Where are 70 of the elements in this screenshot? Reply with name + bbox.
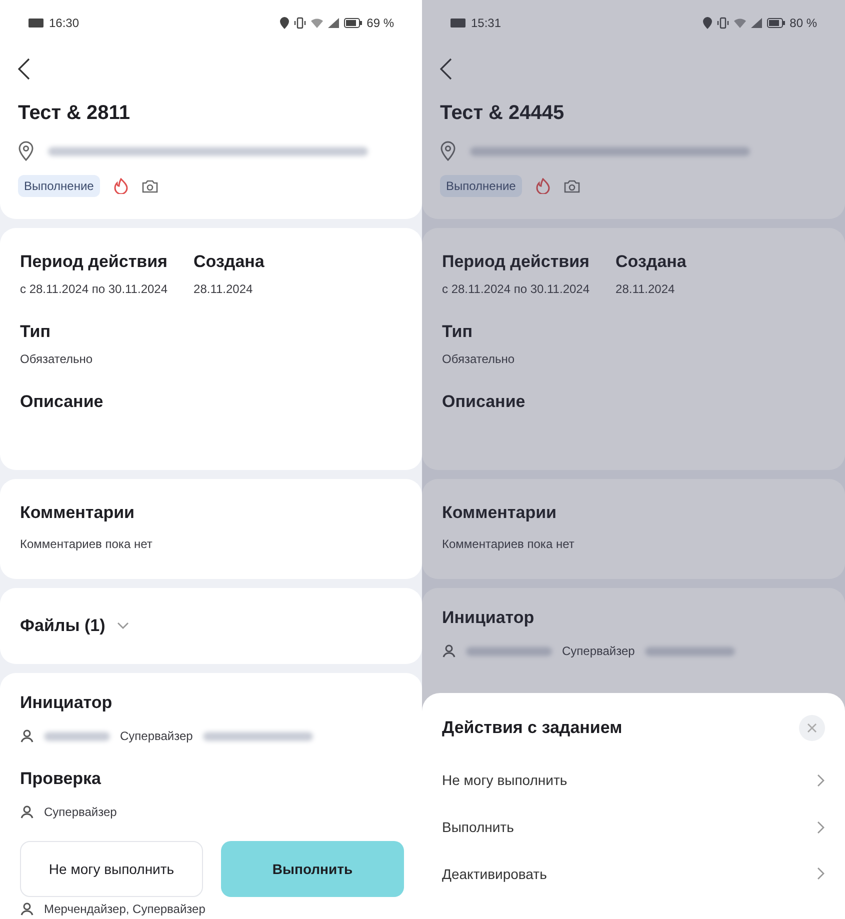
vibrate-icon bbox=[716, 17, 729, 29]
reviewer-text: Мерчендайзер, Супервайзер bbox=[44, 902, 206, 916]
field-value: 28.11.2024 bbox=[194, 282, 254, 296]
field-value: с 28.11.2024 по 30.11.2024 bbox=[20, 282, 168, 296]
status-time: 15:31 bbox=[471, 16, 502, 30]
chevron-right-icon bbox=[817, 820, 825, 834]
vibrate-icon bbox=[294, 17, 306, 29]
field-value: Обязательно bbox=[442, 352, 516, 366]
battery-icon bbox=[766, 18, 785, 28]
location-icon bbox=[702, 17, 712, 29]
camera-icon bbox=[142, 179, 158, 193]
wifi-icon bbox=[734, 18, 746, 28]
role-text: Супервайзер bbox=[120, 729, 193, 743]
status-tag: Выполнение bbox=[440, 175, 522, 197]
person-icon bbox=[20, 902, 34, 916]
blurred-name bbox=[44, 732, 110, 740]
reviewer-text: Супервайзер bbox=[44, 805, 117, 819]
chevron-right-icon bbox=[817, 774, 825, 787]
field-label: Период действия bbox=[442, 252, 590, 272]
flame-icon bbox=[536, 178, 550, 194]
signal-icon bbox=[750, 18, 762, 28]
task-title: Тест & 2811 bbox=[18, 102, 130, 125]
camera-icon bbox=[564, 179, 580, 193]
field-label: Тип bbox=[442, 322, 474, 342]
sheet-menu-item[interactable]: Деактивировать bbox=[442, 850, 825, 898]
field-label: Описание bbox=[442, 392, 526, 412]
section-title: Инициатор bbox=[442, 608, 536, 628]
person-icon bbox=[442, 644, 456, 658]
files-toggle[interactable]: Файлы (1) bbox=[20, 616, 106, 636]
person-icon bbox=[20, 805, 34, 819]
location-pin-icon bbox=[440, 141, 456, 161]
empty-comments-text: Комментариев пока нет bbox=[20, 537, 154, 551]
field-label: Создана bbox=[616, 252, 686, 272]
action-button[interactable]: Выполнить bbox=[221, 841, 404, 897]
field-value: 28.11.2024 bbox=[616, 282, 676, 296]
close-icon bbox=[807, 723, 817, 733]
field-value: Обязательно bbox=[20, 352, 94, 366]
sheet-menu-item[interactable]: Выполнить bbox=[442, 804, 825, 850]
section-title: Проверка bbox=[20, 769, 102, 789]
location-pin-icon bbox=[18, 141, 34, 161]
field-label: Создана bbox=[194, 252, 264, 272]
flame-icon bbox=[114, 178, 128, 194]
role-text: Супервайзер bbox=[562, 644, 635, 658]
back-icon[interactable] bbox=[18, 58, 30, 80]
status-time: 16:30 bbox=[49, 16, 80, 30]
battery-percent: 69 % bbox=[366, 16, 394, 30]
signal-icon bbox=[328, 18, 339, 28]
person-icon bbox=[20, 729, 34, 743]
section-title: Комментарии bbox=[20, 503, 136, 523]
back-icon[interactable] bbox=[440, 58, 452, 80]
battery-icon bbox=[344, 18, 362, 28]
sheet-title: Действия с заданием bbox=[442, 718, 622, 738]
keyboard-icon bbox=[28, 18, 44, 28]
chevron-right-icon bbox=[817, 867, 825, 880]
field-label: Период действия bbox=[20, 252, 168, 272]
sheet-menu-item[interactable]: Не могу выполнить bbox=[442, 757, 825, 804]
field-label: Тип bbox=[20, 322, 52, 342]
action-button[interactable]: Не могу выполнить bbox=[20, 841, 203, 897]
field-label: Описание bbox=[20, 392, 104, 412]
wifi-icon bbox=[310, 18, 323, 28]
task-title: Тест & 24445 bbox=[440, 102, 564, 125]
field-value: с 28.11.2024 по 30.11.2024 bbox=[442, 282, 590, 296]
chevron-icon[interactable] bbox=[117, 622, 130, 630]
location-icon bbox=[280, 17, 289, 29]
status-tag: Выполнение bbox=[18, 175, 100, 197]
keyboard-icon bbox=[450, 18, 466, 28]
section-title: Комментарии bbox=[442, 503, 558, 523]
section-title: Инициатор bbox=[20, 693, 114, 713]
empty-comments-text: Комментариев пока нет bbox=[442, 537, 576, 551]
battery-percent: 80 % bbox=[790, 16, 817, 30]
